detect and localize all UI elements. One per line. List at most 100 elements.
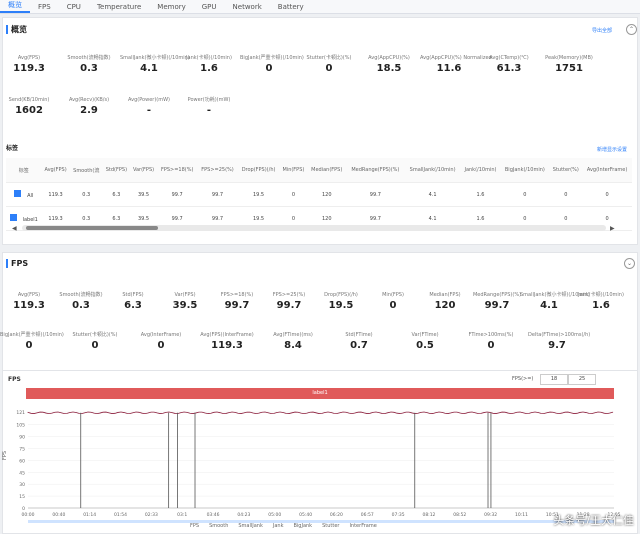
table-cell: 19.5: [237, 182, 280, 207]
metric-3: Jank(卡顿)(/10min) 1.6: [180, 55, 238, 74]
metric-value: 119.3: [13, 63, 45, 74]
table-cell: 1.6: [460, 182, 501, 207]
metric-label: MedRange(FPS)(%): [472, 292, 522, 298]
fps-threshold-18-button[interactable]: 18: [540, 374, 568, 385]
legend-item[interactable]: FPS: [190, 523, 199, 529]
metric-label: Jank(卡顿)(/10min): [578, 292, 624, 298]
metric-label: Avg(InterFrame): [140, 332, 182, 338]
legend-item[interactable]: InterFrame: [349, 523, 376, 529]
column-header[interactable]: 标签: [6, 158, 42, 183]
metric-label: Std(FTime): [345, 332, 373, 338]
metric-label: Avg(FTime)(ms): [273, 332, 313, 338]
tab-cpu[interactable]: CPU: [59, 3, 89, 11]
label-range-bar[interactable]: label1: [26, 388, 614, 399]
metric-6: Var(FTime) 0.5: [396, 332, 454, 351]
table-cell: 99.7: [197, 182, 238, 207]
metric-label: Drop(FPS)(/h): [324, 292, 358, 298]
add-display-link[interactable]: 新增显示设置: [597, 146, 627, 153]
watermark-text: 头条号/王大仁佳: [553, 514, 634, 527]
tab-temperature[interactable]: Temperature: [89, 3, 149, 11]
metric-value: 1.6: [200, 63, 218, 74]
export-all-link[interactable]: 导出全部: [592, 27, 612, 34]
metric-2: Avg(Power)(mW) -: [120, 97, 178, 116]
metric-label: Var(FPS): [174, 292, 196, 298]
tab-memory[interactable]: Memory: [149, 3, 193, 11]
column-header[interactable]: Var(FPS): [130, 158, 158, 183]
metric-10: SmallJank(微小卡顿)(/10min) 4.1: [520, 292, 590, 311]
column-header[interactable]: MedRange(FPS)(%): [346, 158, 405, 183]
column-header[interactable]: Min(FPS): [279, 158, 308, 183]
metric-3: Power(功耗)(mW) -: [180, 97, 238, 116]
legend-item[interactable]: SmallJank: [238, 523, 263, 529]
scroll-right-icon[interactable]: ▶: [610, 225, 615, 232]
metric-7: FTime>100ms(%) 0: [462, 332, 520, 351]
metric-label: Peak(Memory)(MB): [545, 55, 593, 61]
legend-item[interactable]: Jank: [273, 523, 284, 529]
metric-value: 4.1: [540, 300, 558, 311]
metric-value: 19.5: [328, 300, 354, 311]
metric-2: Std(FPS) 6.3: [104, 292, 162, 311]
column-header[interactable]: Std(FPS): [102, 158, 130, 183]
metric-value: 1.6: [592, 300, 610, 311]
top-tab-bar: 概览 FPS CPU Temperature Memory GPU Networ…: [0, 0, 640, 14]
collapse-overview-icon[interactable]: ⌃: [626, 24, 637, 35]
metric-value: 0: [265, 63, 273, 74]
column-header[interactable]: Smooth(流: [69, 158, 103, 183]
metric-value: 1751: [555, 63, 583, 74]
column-header[interactable]: FPS>=25(%): [197, 158, 238, 183]
legend-item[interactable]: Smooth: [209, 523, 228, 529]
metric-value: 119.3: [211, 340, 243, 351]
metric-value: 39.5: [172, 300, 198, 311]
column-header[interactable]: Drop(FPS)(/h): [237, 158, 280, 183]
metric-6: Drop(FPS)(/h) 19.5: [312, 292, 370, 311]
scrollbar-thumb[interactable]: [26, 226, 158, 230]
column-header[interactable]: Median(FPS): [307, 158, 347, 183]
metric-label: Median(FPS): [429, 292, 461, 298]
legend-item[interactable]: BigJank: [293, 523, 312, 529]
column-header[interactable]: BigJank(/10min): [500, 158, 550, 183]
metric-label: Send(KB/10min): [8, 97, 50, 103]
table-cell: 0.3: [69, 182, 103, 207]
metric-label: Stutter(卡顿比)(%): [72, 332, 118, 338]
column-header[interactable]: Avg(InterFrame): [582, 158, 632, 183]
tab-gpu[interactable]: GPU: [194, 3, 225, 11]
metric-value: 0.3: [72, 300, 90, 311]
row-checkbox[interactable]: [9, 214, 17, 221]
column-header[interactable]: SmallJank(/10min): [404, 158, 461, 183]
metric-value: 0: [157, 340, 165, 351]
tab-overview[interactable]: 概览: [0, 0, 30, 13]
fps-threshold-25-button[interactable]: 25: [568, 374, 596, 385]
column-header[interactable]: Jank(/10min): [460, 158, 501, 183]
tab-network[interactable]: Network: [225, 3, 270, 11]
column-header[interactable]: FPS>=18(%): [157, 158, 198, 183]
collapse-fps-icon[interactable]: ⌄: [624, 258, 635, 269]
metric-3: Var(FPS) 39.5: [156, 292, 214, 311]
tab-fps[interactable]: FPS: [30, 3, 59, 11]
metric-label: Smooth(流畅指数): [67, 55, 111, 61]
table-row[interactable]: All 119.3 0.3 6.3 39.5 99.7 99.7 19.5 0 120 99.7 4.…: [6, 182, 632, 207]
labels-table: 标签 Avg(FPS) Smooth(流 Std(FPS) Var(FPS) FPS>=1…: [6, 158, 632, 231]
legend-item[interactable]: Stutter: [322, 523, 339, 529]
metric-value: 2.9: [80, 105, 98, 116]
tab-battery[interactable]: Battery: [270, 3, 312, 11]
metric-value: 11.6: [436, 63, 462, 74]
metric-7: Min(FPS) 0: [364, 292, 422, 311]
metric-7: Avg(AppCPU)(%) Normalized 11.6: [420, 55, 492, 74]
metric-value: 99.7: [484, 300, 510, 311]
metric-value: 18.5: [376, 63, 402, 74]
column-header[interactable]: Avg(FPS): [41, 158, 70, 183]
metric-label: FTime>100ms(%): [468, 332, 514, 338]
metric-1: Smooth(流畅指数) 0.3: [60, 55, 118, 74]
metric-8: Median(FPS) 120: [416, 292, 474, 311]
overview-title: 概览: [6, 25, 27, 34]
fps-card: [2, 252, 638, 372]
metric-value: 0: [325, 63, 333, 74]
metric-0: Send(KB/10min) 1602: [0, 97, 58, 116]
column-header[interactable]: Stutter(%): [549, 158, 583, 183]
row-checkbox[interactable]: [14, 190, 22, 197]
metric-value: 0.5: [416, 340, 434, 351]
metric-0: BigJank(严重卡顿)(/10min) 0: [0, 332, 64, 351]
table-scrollbar[interactable]: [22, 225, 606, 231]
metric-value: 0.7: [350, 340, 368, 351]
scroll-left-icon[interactable]: ◀: [12, 225, 17, 232]
